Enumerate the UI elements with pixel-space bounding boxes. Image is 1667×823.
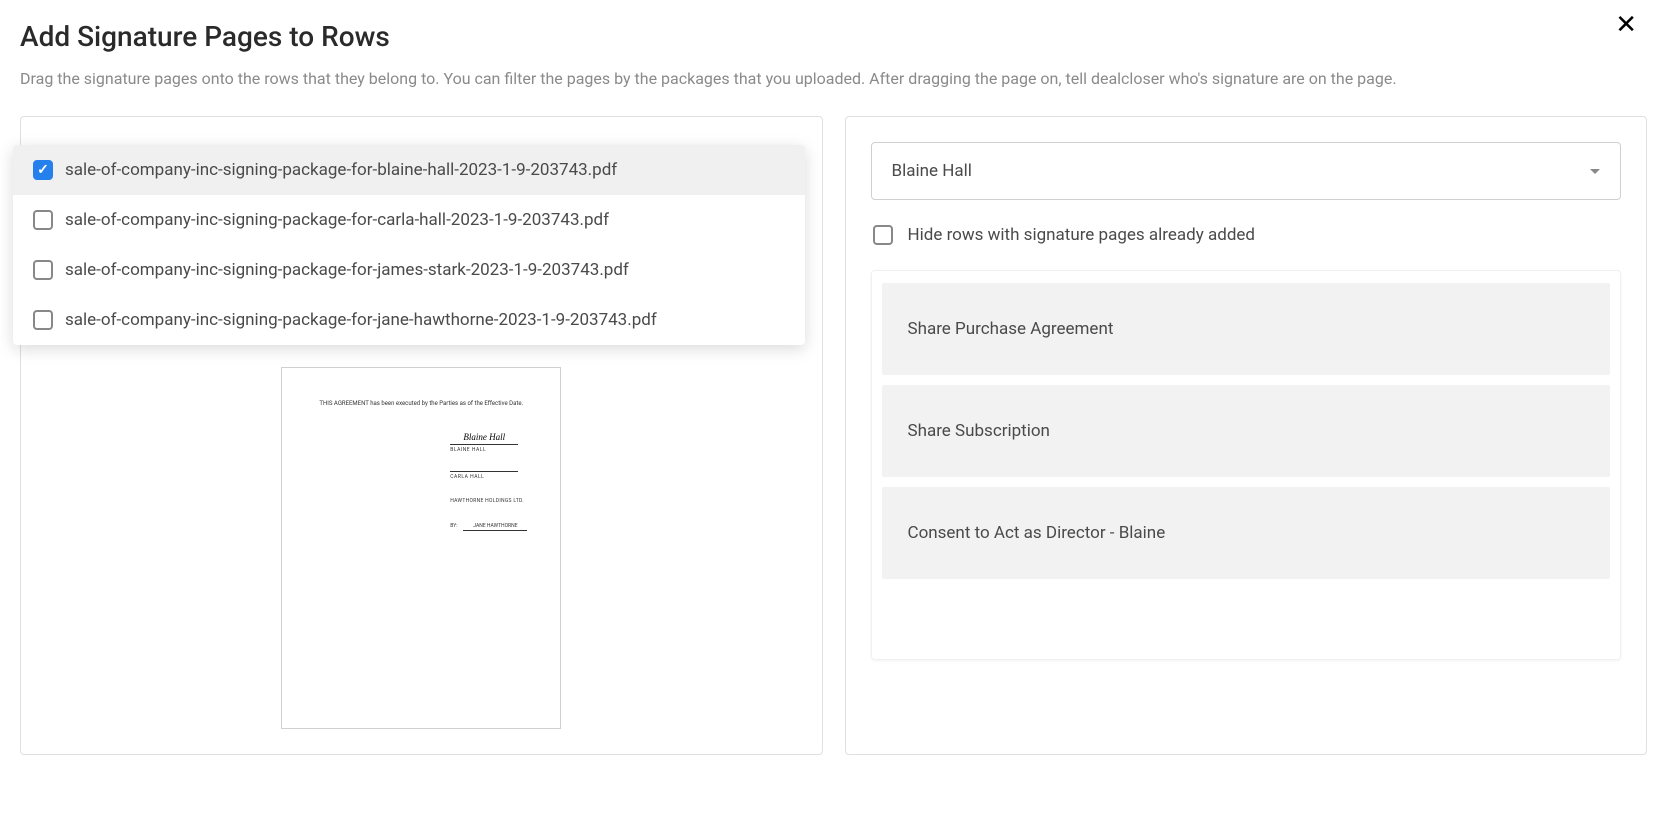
chevron-down-icon xyxy=(1590,169,1600,174)
signature-block: CARLA HALL xyxy=(450,471,532,480)
checkbox-icon[interactable] xyxy=(33,310,53,330)
checkbox-icon[interactable] xyxy=(33,160,53,180)
package-label: sale-of-company-inc-signing-package-for-… xyxy=(65,310,657,330)
row-label: Share Purchase Agreement xyxy=(908,319,1114,339)
modal-header: ✕ Add Signature Pages to Rows Drag the s… xyxy=(20,20,1647,91)
select-value: Blaine Hall xyxy=(892,161,972,181)
right-panel: Blaine Hall Hide rows with signature pag… xyxy=(845,116,1648,755)
by-label: BY: xyxy=(450,523,457,529)
hide-rows-option[interactable]: Hide rows with signature pages already a… xyxy=(871,225,1622,245)
package-option[interactable]: sale-of-company-inc-signing-package-for-… xyxy=(13,295,805,345)
package-option[interactable]: sale-of-company-inc-signing-package-for-… xyxy=(13,145,805,195)
signature-script: Blaine Hall xyxy=(463,432,505,442)
package-label: sale-of-company-inc-signing-package-for-… xyxy=(65,260,629,280)
rows-container: Share Purchase Agreement Share Subscript… xyxy=(871,270,1622,660)
document-row[interactable]: Consent to Act as Director - Blaine xyxy=(882,487,1611,579)
modal-title: Add Signature Pages to Rows xyxy=(20,20,1647,53)
package-option[interactable]: sale-of-company-inc-signing-package-for-… xyxy=(13,245,805,295)
checkbox-icon[interactable] xyxy=(873,225,893,245)
package-option[interactable]: sale-of-company-inc-signing-package-for-… xyxy=(13,195,805,245)
signature-name: CARLA HALL xyxy=(450,474,532,480)
checkbox-icon[interactable] xyxy=(33,260,53,280)
signature-page-preview[interactable]: THIS AGREEMENT has been executed by the … xyxy=(281,367,561,729)
signature-block: HAWTHORNE HOLDINGS LTD. BY: JANE HAWTHOR… xyxy=(450,498,532,531)
signature-line xyxy=(450,471,518,472)
modal-subtitle: Drag the signature pages onto the rows t… xyxy=(20,67,1560,91)
signature-block: Blaine Hall BLAINE HALL xyxy=(450,425,532,453)
checkbox-icon[interactable] xyxy=(33,210,53,230)
by-name: JANE HAWTHORNE xyxy=(463,523,527,531)
row-label: Consent to Act as Director - Blaine xyxy=(908,523,1166,543)
document-row[interactable]: Share Subscription xyxy=(882,385,1611,477)
hide-rows-label: Hide rows with signature pages already a… xyxy=(908,225,1256,245)
package-label: sale-of-company-inc-signing-package-for-… xyxy=(65,160,617,180)
person-select[interactable]: Blaine Hall xyxy=(871,142,1622,200)
package-label: sale-of-company-inc-signing-package-for-… xyxy=(65,210,609,230)
signature-name: BLAINE HALL xyxy=(450,447,532,453)
preview-agreement-text: THIS AGREEMENT has been executed by the … xyxy=(310,400,532,407)
document-row[interactable]: Share Purchase Agreement xyxy=(882,283,1611,375)
package-filter-dropdown: sale-of-company-inc-signing-package-for-… xyxy=(13,145,805,345)
left-panel: sale-of-company-inc-signing-package-for-… xyxy=(20,116,823,755)
signature-line: Blaine Hall xyxy=(450,425,518,445)
close-icon[interactable]: ✕ xyxy=(1615,12,1637,38)
content-area: sale-of-company-inc-signing-package-for-… xyxy=(20,116,1647,755)
row-label: Share Subscription xyxy=(908,421,1050,441)
company-name: HAWTHORNE HOLDINGS LTD. xyxy=(450,498,532,504)
